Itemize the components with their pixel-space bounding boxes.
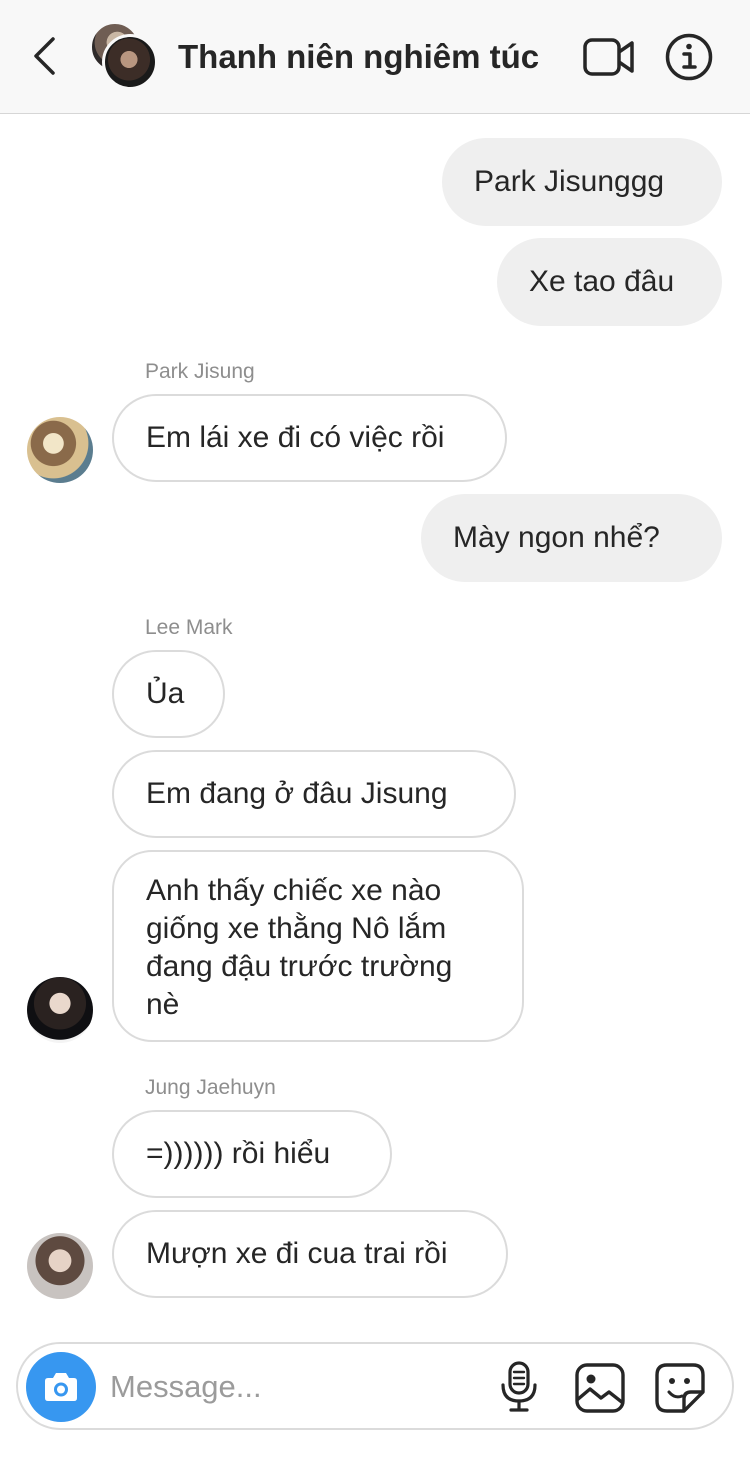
group-avatar[interactable] <box>90 22 160 92</box>
group-avatar-front <box>102 34 158 90</box>
sticker-icon <box>655 1363 705 1413</box>
outgoing-message[interactable]: Park Jisunggg <box>442 138 722 226</box>
voice-message-button[interactable] <box>498 1360 540 1414</box>
outgoing-message[interactable]: Mày ngon nhể? <box>421 494 722 582</box>
avatar[interactable] <box>27 977 93 1043</box>
info-button[interactable] <box>664 32 714 82</box>
incoming-message[interactable]: Mượn xe đi cua trai rồi <box>112 1210 508 1298</box>
sender-name: Jung Jaehuyn <box>145 1076 276 1099</box>
camera-button[interactable] <box>26 1352 96 1422</box>
sender-name: Park Jisung <box>145 360 255 383</box>
image-gallery-icon <box>575 1363 625 1413</box>
camera-icon <box>45 1373 77 1401</box>
microphone-icon <box>501 1361 537 1412</box>
sender-name: Lee Mark <box>145 616 233 639</box>
chevron-left-icon <box>34 37 55 75</box>
incoming-message[interactable]: Ủa <box>112 650 225 738</box>
chat-header: Thanh niên nghiêm túc <box>0 0 750 114</box>
video-camera-icon <box>583 38 634 76</box>
avatar[interactable] <box>27 1233 93 1299</box>
chat-screen: Thanh niên nghiêm túc Park Jisunggg Xe t… <box>0 0 750 1457</box>
sticker-button[interactable] <box>654 1362 706 1414</box>
info-icon <box>665 33 713 81</box>
back-button[interactable] <box>26 33 66 79</box>
video-call-button[interactable] <box>582 34 636 80</box>
message-input[interactable] <box>110 1360 490 1414</box>
avatar[interactable] <box>27 417 93 483</box>
chat-title[interactable]: Thanh niên nghiêm túc <box>178 35 539 79</box>
message-composer <box>16 1342 734 1430</box>
outgoing-message[interactable]: Xe tao đâu <box>497 238 722 326</box>
incoming-message[interactable]: Anh thấy chiếc xe nào giống xe thằng Nô … <box>112 850 524 1042</box>
incoming-message[interactable]: Em lái xe đi có việc rồi <box>112 394 507 482</box>
gallery-button[interactable] <box>574 1362 626 1414</box>
incoming-message[interactable]: =)))))) rồi hiểu <box>112 1110 392 1198</box>
incoming-message[interactable]: Em đang ở đâu Jisung <box>112 750 516 838</box>
